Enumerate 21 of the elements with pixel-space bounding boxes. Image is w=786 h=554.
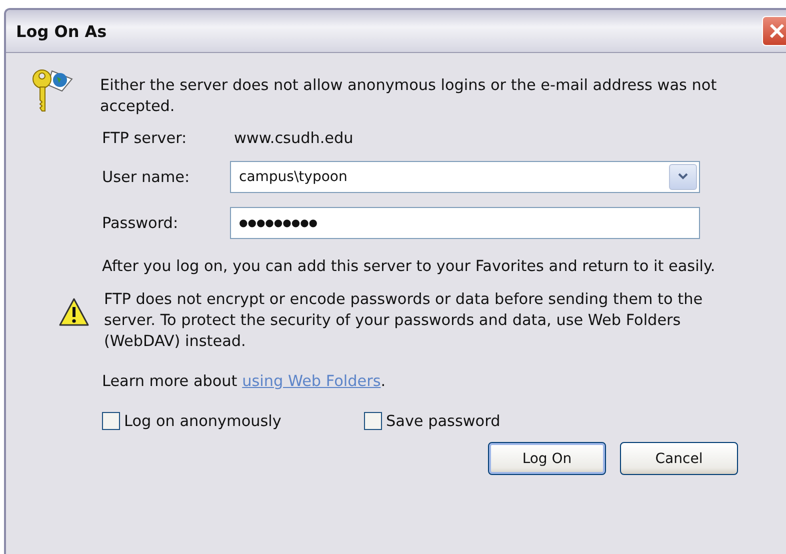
dialog-button[interactable]: Cancel — [620, 442, 738, 475]
server-address: www.csudh.edu — [233, 129, 354, 147]
dropdown-button[interactable] — [669, 164, 697, 190]
field-label: FTP server: — [102, 129, 188, 147]
warning-text: FTP does not encrypt or encode passwords or data before sending them to the server. To protect the security of your passwords and data, use Web Folders (WebDAV) instead. — [104, 289, 704, 352]
dialog-button[interactable]: Log On — [488, 442, 606, 475]
error-message: Either the server does not allow anonymous logins or the e-mail address was not accepted. — [100, 75, 718, 117]
checkbox-label[interactable]: Save password — [386, 412, 500, 430]
window-title: Log On As — [16, 22, 107, 40]
password-field[interactable]: ●●●●●●●●● — [230, 207, 700, 239]
field-label: Password: — [102, 214, 180, 232]
chevron-down-icon — [678, 173, 688, 181]
close-icon — [767, 21, 786, 41]
info-text: After you log on, you can add this server to your Favorites and return to it easily. — [102, 257, 716, 275]
checkbox[interactable] — [102, 412, 120, 430]
learn-more-text: Learn more about using Web Folders. — [102, 372, 387, 390]
checkbox-label[interactable]: Log on anonymously — [124, 412, 282, 430]
warning-icon — [58, 297, 90, 327]
field-label: User name: — [102, 168, 191, 186]
close-button[interactable] — [762, 16, 786, 46]
checkbox[interactable] — [364, 412, 382, 430]
